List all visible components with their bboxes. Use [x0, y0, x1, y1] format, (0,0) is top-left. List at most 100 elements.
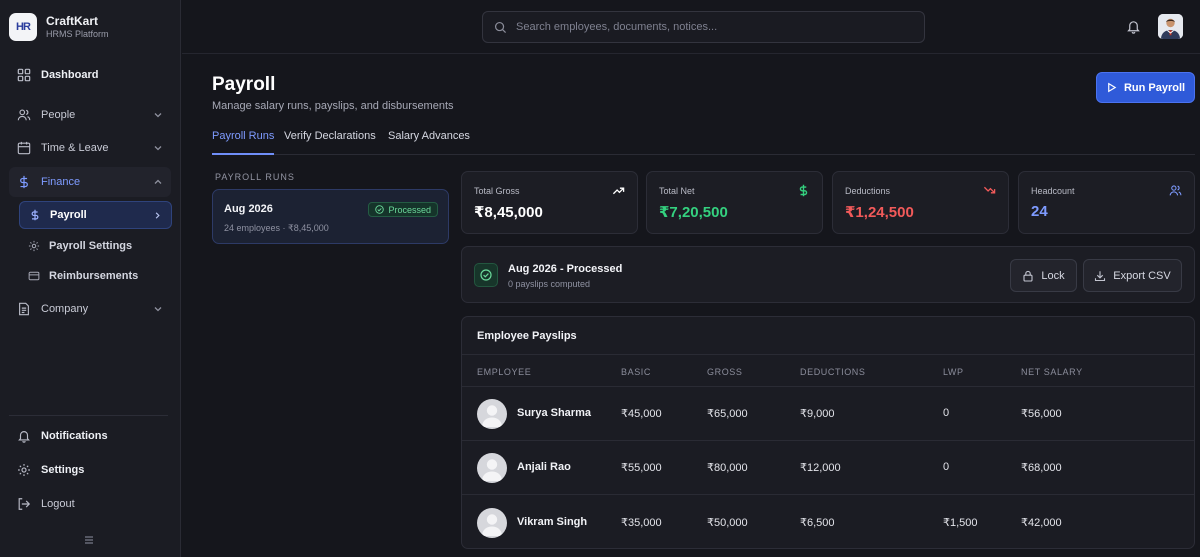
grid-icon [17, 68, 31, 82]
basic-cell: ₹55,000 [621, 462, 662, 474]
status-badge-label: Processed [388, 204, 431, 215]
stat-label: Total Gross [474, 186, 520, 196]
avatar [477, 453, 507, 483]
tab-verify-declarations[interactable]: Verify Declarations [284, 130, 376, 155]
stat-card-total-net: Total Net ₹7,20,500 [646, 171, 823, 234]
tab-salary-advances[interactable]: Salary Advances [388, 130, 470, 155]
sidebar-item-finance[interactable]: Finance [9, 167, 171, 197]
sidebar: HR CraftKart HRMS Platform Dashboard Peo… [0, 0, 181, 557]
sidebar-subitem-payroll-settings[interactable]: Payroll Settings [19, 232, 172, 260]
stat-card-headcount: Headcount 24 [1018, 171, 1195, 234]
users-icon [1169, 185, 1182, 196]
avatar [477, 508, 507, 538]
deductions-cell: ₹12,000 [800, 462, 841, 474]
lock-label: Lock [1041, 269, 1065, 282]
gear-icon [28, 240, 40, 252]
brand-subtitle: HRMS Platform [46, 29, 109, 39]
bell-icon[interactable] [1126, 19, 1141, 34]
sidebar-subitem-payroll[interactable]: Payroll [19, 201, 172, 229]
lock-button[interactable]: Lock [1010, 259, 1077, 292]
search-box[interactable] [482, 11, 925, 43]
logout-icon [18, 498, 31, 510]
lwp-cell: 0 [943, 407, 950, 419]
search-input[interactable] [516, 21, 896, 33]
table-row[interactable]: Vikram Singh ₹35,000 ₹50,000 ₹6,500 ₹1,5… [462, 496, 1194, 548]
deductions-cell: ₹9,000 [800, 408, 835, 420]
sidebar-item-label: Time & Leave [41, 142, 109, 154]
stat-value: 24 [1031, 203, 1048, 220]
sidebar-item-label: Logout [41, 498, 75, 510]
sidebar-item-company[interactable]: Company [9, 294, 171, 324]
tab-bar: Payroll Runs Verify Declarations Salary … [212, 127, 1195, 155]
gear-icon [18, 464, 30, 476]
column-header-net-salary[interactable]: NET SALARY [1021, 367, 1083, 377]
sidebar-subitem-reimbursements[interactable]: Reimbursements [19, 262, 172, 290]
sidebar-subitem-label: Reimbursements [49, 270, 139, 282]
page-subtitle: Manage salary runs, payslips, and disbur… [212, 100, 454, 112]
table-row[interactable]: Anjali Rao ₹55,000 ₹80,000 ₹12,000 0 ₹68… [462, 441, 1194, 495]
download-icon [1095, 270, 1106, 281]
sidebar-item-label: Notifications [41, 430, 108, 442]
stat-value: ₹7,20,500 [659, 204, 728, 221]
sidebar-item-logout[interactable]: Logout [9, 489, 171, 519]
sidebar-item-people[interactable]: People [9, 100, 171, 130]
payroll-runs-heading: PAYROLL RUNS [215, 172, 295, 182]
bell-icon [18, 431, 30, 443]
chevron-up-icon [154, 179, 162, 184]
gross-cell: ₹50,000 [707, 517, 748, 529]
sidebar-item-label: Company [41, 303, 89, 315]
column-header-basic[interactable]: BASIC [621, 367, 651, 377]
employee-name: Surya Sharma [517, 407, 591, 419]
column-header-lwp[interactable]: LWP [943, 367, 964, 377]
export-csv-label: Export CSV [1113, 269, 1171, 282]
status-title: Aug 2026 - Processed [508, 263, 623, 275]
run-payroll-button[interactable]: Run Payroll [1096, 72, 1195, 103]
sidebar-item-label: Settings [41, 464, 85, 476]
column-header-deductions[interactable]: DEDUCTIONS [800, 367, 866, 377]
stat-card-deductions: Deductions ₹1,24,500 [832, 171, 1009, 234]
sidebar-item-settings[interactable]: Settings [9, 455, 171, 485]
sidebar-divider [9, 415, 168, 416]
chevron-right-icon [155, 212, 160, 219]
trending-up-icon [612, 187, 625, 195]
sidebar-item-label: Finance [41, 176, 81, 188]
stat-label: Total Net [659, 186, 695, 196]
employee-name: Anjali Rao [517, 461, 571, 473]
table-row[interactable]: Surya Sharma ₹45,000 ₹65,000 ₹9,000 0 ₹5… [462, 387, 1194, 441]
export-csv-button[interactable]: Export CSV [1083, 259, 1182, 292]
stat-value: ₹8,45,000 [474, 204, 543, 221]
sidebar-item-time-leave[interactable]: Time & Leave [9, 133, 171, 163]
basic-cell: ₹45,000 [621, 408, 662, 420]
stat-value: ₹1,24,500 [845, 204, 914, 221]
play-icon [1108, 82, 1117, 93]
sidebar-item-label: Dashboard [41, 69, 99, 81]
stat-card-total-gross: Total Gross ₹8,45,000 [461, 171, 638, 234]
user-avatar[interactable] [1158, 14, 1183, 39]
run-name: Aug 2026 [224, 203, 273, 215]
brand[interactable]: HR CraftKart HRMS Platform [9, 13, 109, 41]
sidebar-subitem-label: Payroll Settings [49, 240, 133, 252]
sidebar-item-notifications[interactable]: Notifications [9, 421, 171, 451]
employee-payslips-table: Employee Payslips EMPLOYEE BASIC GROSS D… [461, 316, 1195, 549]
status-badge: Processed [368, 202, 438, 217]
document-icon [19, 302, 29, 316]
column-header-gross[interactable]: GROSS [707, 367, 743, 377]
payroll-run-card[interactable]: Aug 2026 Processed 24 employees · ₹8,45,… [212, 189, 449, 244]
card-icon [28, 271, 40, 281]
trending-down-icon [983, 186, 996, 194]
lwp-cell: ₹1,500 [943, 517, 978, 529]
stat-label: Headcount [1031, 186, 1075, 196]
menu-icon[interactable] [83, 534, 95, 546]
gross-cell: ₹65,000 [707, 408, 748, 420]
top-bar [182, 0, 1200, 54]
tab-payroll-runs[interactable]: Payroll Runs [212, 130, 275, 155]
dollar-icon [31, 209, 39, 221]
net-salary-cell: ₹68,000 [1021, 462, 1062, 474]
run-payroll-label: Run Payroll [1123, 81, 1186, 94]
run-meta: 24 employees · ₹8,45,000 [224, 223, 329, 233]
search-icon [494, 21, 507, 33]
check-circle-icon [480, 269, 492, 281]
column-header-employee[interactable]: EMPLOYEE [477, 367, 531, 377]
sidebar-item-dashboard[interactable]: Dashboard [9, 60, 171, 90]
chevron-down-icon [154, 113, 162, 118]
